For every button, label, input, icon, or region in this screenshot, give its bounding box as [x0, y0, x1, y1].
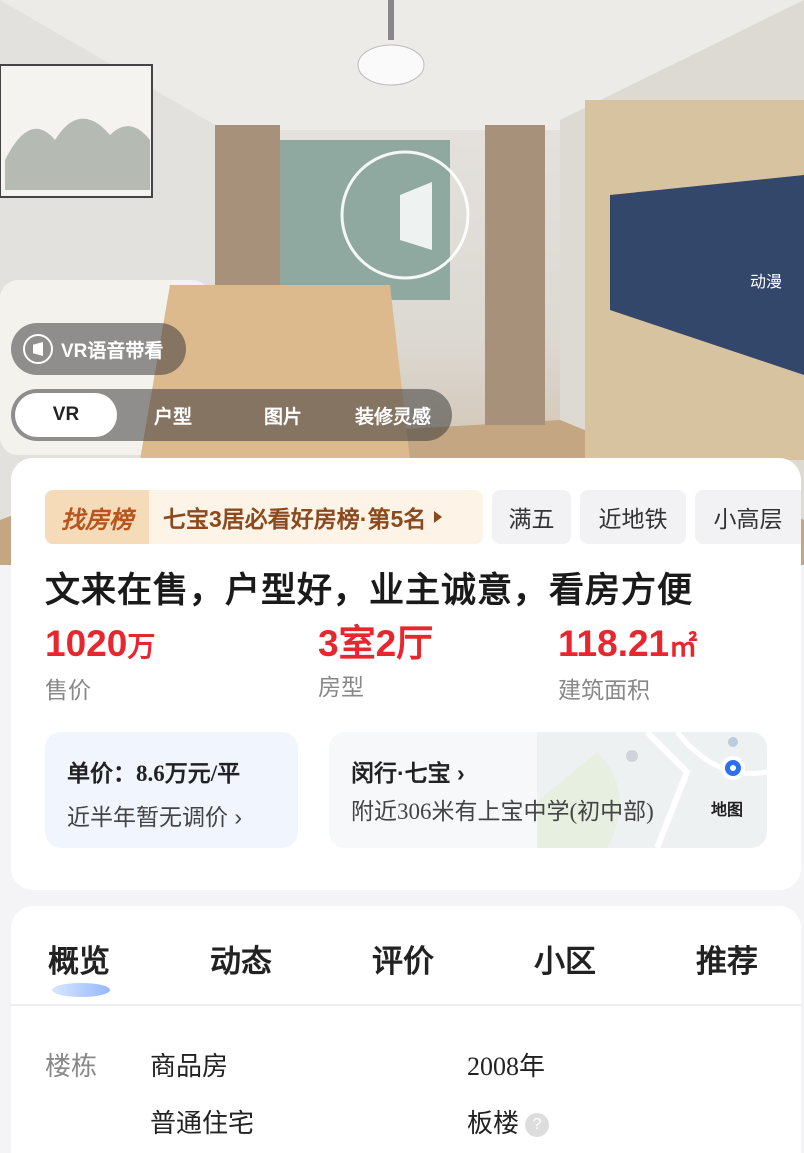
media-tab-floorplan[interactable]: 户型 — [117, 393, 229, 437]
media-tab-decor-inspiration[interactable]: 装修灵感 — [337, 393, 449, 437]
building-label: 楼栋 — [45, 1051, 98, 1081]
tv-text: 动漫 — [750, 272, 782, 291]
residence-type: 普通住宅 — [150, 1108, 255, 1138]
media-tab-bar: VR 户型 图片 装修灵感 — [11, 389, 452, 441]
tag-mid-rise: 小高层 — [695, 490, 801, 544]
price-label: 售价 — [45, 677, 91, 703]
area-label: 建筑面积 — [558, 677, 650, 703]
stat-layout: 3室2厅 房型 — [318, 624, 433, 702]
map-thumbnail[interactable] — [537, 732, 767, 848]
property-type: 商品房 — [150, 1051, 229, 1081]
layout-label: 房型 — [318, 674, 364, 700]
building-type-label: 板楼 — [467, 1108, 520, 1138]
tab-community[interactable]: 小区 — [534, 936, 596, 981]
district-link[interactable]: 闵行·七宝 › — [351, 754, 465, 788]
stat-price: 1020万 售价 — [45, 624, 155, 705]
building-type: 板楼? — [467, 1103, 550, 1140]
tab-overview[interactable]: 概览 — [48, 936, 110, 997]
vr-icon — [23, 334, 53, 364]
overview-card: 概览 动态 评价 小区 推荐 楼栋 商品房 2008年 普通住宅 板楼? — [11, 906, 801, 1153]
tag-near-subway: 近地铁 — [580, 490, 686, 544]
location-box[interactable]: 闵行·七宝 › 附近306米有上宝中学(初中部) 地图 — [329, 732, 767, 848]
tab-updates[interactable]: 动态 — [210, 936, 272, 981]
unit-price-box[interactable]: 单价：8.6万元/平 近半年暂无调价 › — [45, 732, 298, 848]
price-unit: 万 — [127, 631, 156, 662]
unit-price: 单价：8.6万元/平 — [67, 761, 241, 786]
nearby-school: 附近306米有上宝中学(初中部) — [351, 799, 654, 824]
active-tab-indicator — [52, 983, 110, 997]
map-label[interactable]: 地图 — [711, 796, 743, 820]
tab-overview-label: 概览 — [48, 944, 110, 979]
caret-right-icon — [434, 511, 443, 523]
media-tab-photos[interactable]: 图片 — [229, 393, 337, 437]
price-value: 1020 — [45, 623, 128, 664]
help-icon[interactable]: ? — [525, 1113, 550, 1138]
tag-man-wu: 满五 — [492, 490, 571, 544]
build-year: 2008年 — [467, 1052, 546, 1081]
rank-logo: 找房榜 — [45, 490, 149, 544]
area-unit: ㎡ — [669, 631, 698, 662]
tab-recommend[interactable]: 推荐 — [696, 936, 758, 981]
layout-value: 3室2厅 — [318, 623, 434, 664]
area-value: 118.21 — [558, 623, 670, 664]
listing-info-card: 找房榜 七宝3居必看好房榜·第5名 满五 近地铁 小高层 文来在售，户型好，业主… — [11, 458, 801, 890]
media-tab-vr[interactable]: VR — [15, 393, 117, 437]
rank-banner[interactable]: 找房榜 七宝3居必看好房榜·第5名 — [45, 490, 483, 544]
vr-voice-label: VR语音带看 — [61, 340, 164, 362]
price-history-link[interactable]: 近半年暂无调价 › — [67, 798, 298, 832]
section-tab-bar: 概览 动态 评价 小区 推荐 — [11, 906, 801, 1006]
rank-text: 七宝3居必看好房榜·第5名 — [163, 506, 427, 532]
listing-title: 文来在售，户型好，业主诚意，看房方便 — [45, 571, 694, 610]
stat-area: 118.21㎡ 建筑面积 — [558, 624, 697, 705]
tab-reviews[interactable]: 评价 — [372, 936, 434, 981]
vr-voice-tour-button[interactable]: VR语音带看 — [11, 323, 186, 375]
